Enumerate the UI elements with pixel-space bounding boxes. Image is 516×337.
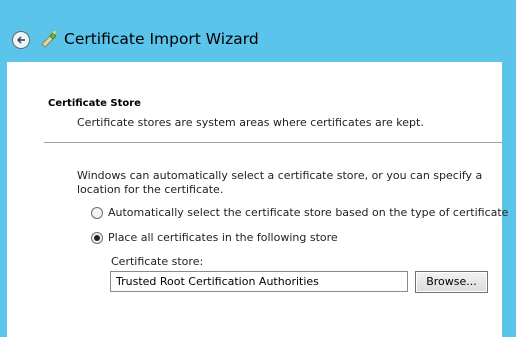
certificate-wizard-icon	[41, 30, 57, 48]
page-description: Certificate stores are system areas wher…	[77, 116, 424, 129]
browse-button[interactable]: Browse...	[415, 271, 488, 293]
header-divider	[44, 142, 502, 143]
back-arrow-icon	[17, 36, 25, 44]
window-title: Certificate Import Wizard	[64, 30, 259, 48]
back-button[interactable]	[12, 31, 30, 49]
place-in-store-label[interactable]: Place all certificates in the following …	[108, 231, 338, 244]
certificate-store-field[interactable]: Trusted Root Certification Authorities	[110, 271, 408, 292]
wizard-title-bar: Certificate Import Wizard	[0, 0, 502, 62]
certificate-store-label: Certificate store:	[111, 255, 204, 268]
auto-select-radio[interactable]	[91, 207, 103, 219]
page-title: Certificate Store	[48, 98, 141, 109]
radio-selected-dot	[94, 235, 100, 241]
window-right-border	[502, 0, 516, 337]
explanation-text: Windows can automatically select a certi…	[77, 169, 483, 196]
auto-select-label[interactable]: Automatically select the certificate sto…	[108, 206, 508, 219]
place-in-store-radio[interactable]	[91, 232, 103, 244]
